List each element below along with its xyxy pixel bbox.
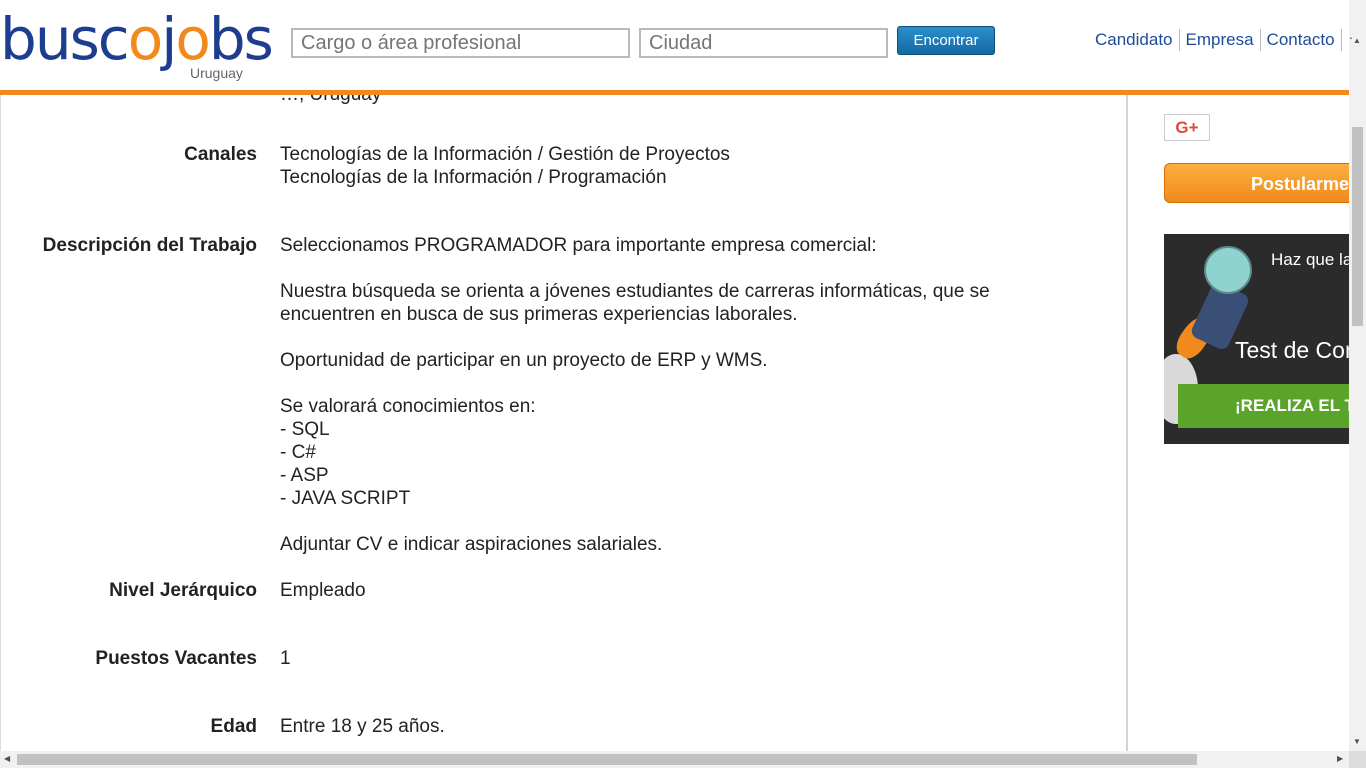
- nav-empresa[interactable]: Empresa: [1180, 29, 1261, 51]
- descripcion-paragraph: encuentren en busca de sus primeras expe…: [280, 304, 798, 325]
- logo-country: Uruguay: [190, 65, 243, 81]
- ad-cta: ¡REALIZA EL T: [1235, 396, 1350, 415]
- logo-part: j: [161, 5, 177, 73]
- nav-contacto[interactable]: Contacto: [1261, 29, 1342, 51]
- horizontal-scrollbar[interactable]: ◀ ▶: [0, 751, 1349, 768]
- job-detail-panel: …, Uruguay Canales Tecnologías de la Inf…: [0, 84, 1128, 751]
- logo-part: o: [175, 5, 210, 73]
- skill-item: - C#: [280, 442, 316, 463]
- buscojobs-logo[interactable]: buscojobs Uruguay: [0, 6, 274, 84]
- descripcion-value: Seleccionamos PROGRAMADOR para important…: [280, 234, 990, 556]
- descripcion-paragraph: Se valorará conocimientos en:: [280, 396, 536, 417]
- skill-item: - ASP: [280, 465, 329, 486]
- google-plus-share-button[interactable]: G+: [1164, 114, 1210, 141]
- logo-part: busc: [0, 5, 130, 73]
- ad-title: Test de Con: [1235, 337, 1350, 363]
- find-button[interactable]: Encontrar: [897, 26, 995, 55]
- vacantes-value: 1: [280, 648, 291, 669]
- apply-button[interactable]: Postularme: [1164, 163, 1364, 203]
- canales-label: Canales: [184, 144, 257, 165]
- logo-wordmark: buscojobs: [0, 5, 274, 73]
- skill-item: - SQL: [280, 419, 330, 440]
- edad-value: Entre 18 y 25 años.: [280, 716, 445, 737]
- descripcion-paragraph: Adjuntar CV e indicar aspiraciones salar…: [280, 534, 663, 555]
- nivel-label: Nivel Jerárquico: [109, 580, 257, 601]
- header-accent-line: [0, 90, 1349, 95]
- nivel-value: Empleado: [280, 580, 366, 601]
- nav-more-icon[interactable]: ·: [1342, 29, 1354, 51]
- vertical-scroll-thumb[interactable]: [1352, 127, 1363, 326]
- site-header: buscojobs Uruguay Encontrar Candidato Em…: [0, 0, 1353, 91]
- vertical-scrollbar[interactable]: ▲ ▼: [1349, 0, 1366, 751]
- ad-headline: Haz que la: [1271, 250, 1350, 269]
- canal-item[interactable]: Tecnologías de la Información / Gestión …: [280, 143, 730, 166]
- vacantes-label: Puestos Vacantes: [95, 648, 257, 669]
- canal-item[interactable]: Tecnologías de la Información / Programa…: [280, 166, 730, 189]
- nav-candidato[interactable]: Candidato: [1089, 29, 1180, 51]
- scrollbar-corner: [1349, 751, 1366, 768]
- horizontal-scroll-thumb[interactable]: [17, 754, 1197, 765]
- scroll-left-icon[interactable]: ◀: [4, 754, 10, 763]
- top-nav: Candidato Empresa Contacto ·: [1089, 29, 1353, 51]
- job-title-search-input[interactable]: [291, 28, 630, 58]
- test-banner-ad[interactable]: Haz que la Test de Con ¡REALIZA EL T: [1164, 234, 1350, 444]
- scroll-down-icon[interactable]: ▼: [1353, 737, 1361, 746]
- logo-part: bs: [208, 5, 274, 73]
- skill-item: - JAVA SCRIPT: [280, 488, 411, 509]
- descripcion-paragraph: Seleccionamos PROGRAMADOR para important…: [280, 235, 877, 256]
- scroll-right-icon[interactable]: ▶: [1337, 754, 1343, 763]
- descripcion-label: Descripción del Trabajo: [42, 235, 257, 256]
- logo-part: o: [127, 5, 163, 73]
- canales-value: Tecnologías de la Información / Gestión …: [280, 143, 730, 189]
- edad-label: Edad: [210, 716, 257, 737]
- scroll-up-icon[interactable]: ▲: [1353, 36, 1361, 45]
- city-search-input[interactable]: [639, 28, 888, 58]
- jetpack-character-head: [1204, 246, 1252, 294]
- descripcion-paragraph: Nuestra búsqueda se orienta a jóvenes es…: [280, 281, 990, 302]
- descripcion-paragraph: Oportunidad de participar en un proyecto…: [280, 350, 768, 371]
